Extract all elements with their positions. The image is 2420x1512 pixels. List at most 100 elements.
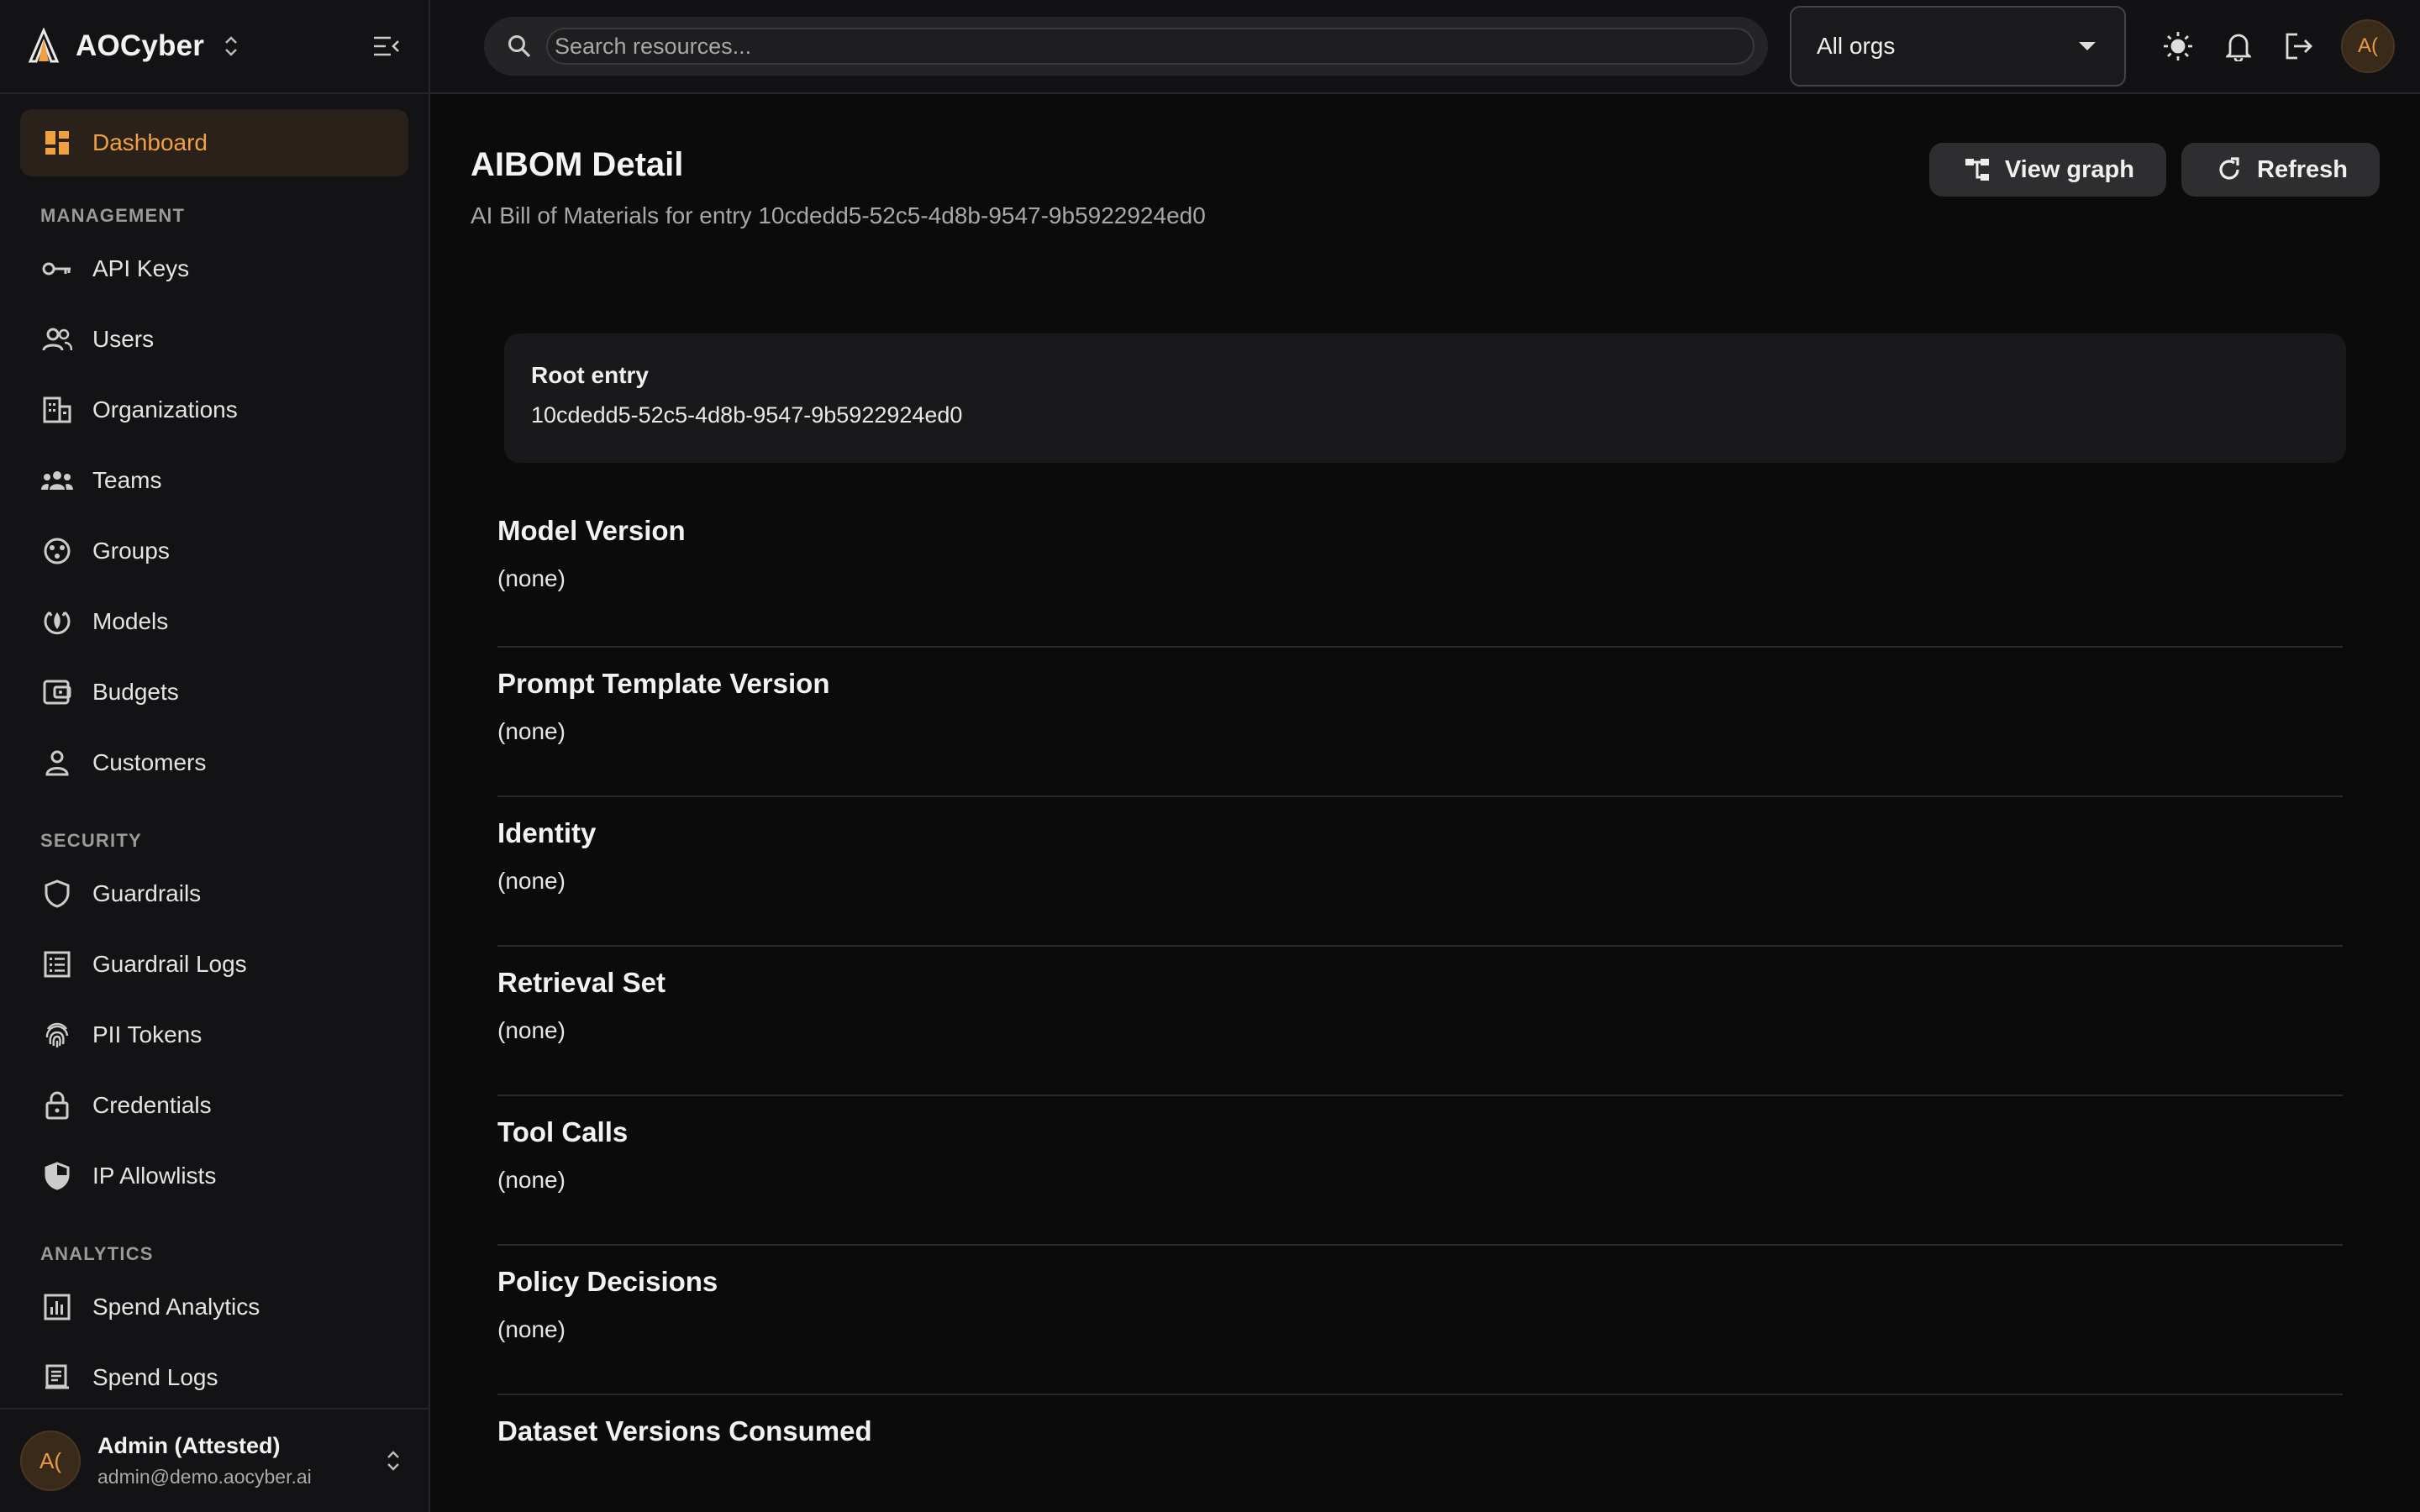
shield-half-icon <box>40 1159 74 1193</box>
page-actions: View graph Refresh <box>1914 143 2380 197</box>
sidebar-item-label: PII Tokens <box>92 1021 203 1047</box>
aibom-sections: Model Version (none) Prompt Template Ver… <box>497 498 2343 1512</box>
building-icon <box>40 393 74 427</box>
sidebar-item-guardrail-logs[interactable]: Guardrail Logs <box>20 931 408 998</box>
org-switch-chevron-icon[interactable] <box>221 32 241 60</box>
refresh-button[interactable]: Refresh <box>2181 143 2380 197</box>
sidebar-item-label: API Keys <box>92 255 190 281</box>
users-icon <box>40 323 74 356</box>
page-title: AIBOM Detail <box>471 146 684 183</box>
sidebar-item-label: Teams <box>92 467 162 493</box>
sidebar-item-models[interactable]: Models <box>20 588 408 655</box>
search-icon <box>504 31 534 61</box>
org-select[interactable]: All orgs <box>1790 6 2126 87</box>
root-entry-card: Root entry 10cdedd5-52c5-4d8b-9547-9b592… <box>504 333 2346 463</box>
section-label-analytics: ANALYTICS <box>40 1243 154 1264</box>
section-value: (none) <box>497 718 566 744</box>
models-icon <box>40 605 74 638</box>
key-icon <box>40 252 74 286</box>
aocyber-logo-icon <box>25 27 64 66</box>
view-graph-label: View graph <box>2004 155 2134 183</box>
caret-down-icon <box>2075 34 2099 58</box>
section-identity: Identity (none) <box>497 797 2343 947</box>
sidebar-item-label: Spend Logs <box>92 1364 218 1390</box>
sidebar: AOCyber Dashboard MANAGEMENT API Keys Us… <box>0 0 430 1512</box>
sidebar-item-budgets[interactable]: Budgets <box>20 659 408 726</box>
section-title: Policy Decisions <box>497 1266 718 1297</box>
user-email: admin@demo.aocyber.ai <box>97 1466 312 1488</box>
section-prompt-template-version: Prompt Template Version (none) <box>497 648 2343 797</box>
page-heading: AIBOM Detail AI Bill of Materials for en… <box>471 134 1206 229</box>
sidebar-item-teams[interactable]: Teams <box>20 447 408 514</box>
sidebar-item-label: Dashboard <box>92 129 208 155</box>
sidebar-item-label: Credentials <box>92 1092 212 1118</box>
logout-icon[interactable] <box>2269 16 2329 76</box>
section-dataset-versions-consumed: Dataset Versions Consumed <box>497 1395 2343 1512</box>
section-title: Prompt Template Version <box>497 668 830 699</box>
receipt-icon <box>40 1361 74 1394</box>
view-graph-button[interactable]: View graph <box>1928 143 2166 197</box>
wallet-icon <box>40 675 74 709</box>
collapse-sidebar-icon[interactable] <box>368 28 405 65</box>
avatar: A( <box>20 1431 81 1491</box>
section-value: (none) <box>497 1167 566 1193</box>
refresh-icon <box>2215 155 2244 184</box>
section-title: Model Version <box>497 515 686 546</box>
brand-name: AOCyber <box>76 29 205 62</box>
root-entry-label: Root entry <box>531 362 649 388</box>
sidebar-item-users[interactable]: Users <box>20 306 408 373</box>
sidebar-item-label: Guardrails <box>92 880 202 906</box>
lock-icon <box>40 1089 74 1122</box>
section-tool-calls: Tool Calls (none) <box>497 1096 2343 1246</box>
sidebar-item-spend-analytics[interactable]: Spend Analytics <box>20 1273 408 1341</box>
theme-toggle-sun-icon[interactable] <box>2148 16 2208 76</box>
sidebar-item-spend-logs[interactable]: Spend Logs <box>20 1344 408 1408</box>
sidebar-item-customers[interactable]: Customers <box>20 729 408 796</box>
section-value: (none) <box>497 565 566 591</box>
sidebar-item-label: Guardrail Logs <box>92 951 247 977</box>
sidebar-item-label: Users <box>92 326 155 352</box>
app-root: AOCyber Dashboard MANAGEMENT API Keys Us… <box>0 0 2420 1512</box>
sidebar-item-dashboard[interactable]: Dashboard <box>20 109 408 176</box>
section-title: Dataset Versions Consumed <box>497 1415 872 1446</box>
section-value: (none) <box>497 868 566 894</box>
page-subtitle: AI Bill of Materials for entry 10cdedd5-… <box>471 202 1206 228</box>
section-retrieval-set: Retrieval Set (none) <box>497 947 2343 1096</box>
sidebar-item-label: IP Allowlists <box>92 1163 217 1189</box>
notifications-bell-icon[interactable] <box>2208 16 2269 76</box>
org-select-value: All orgs <box>1817 33 1896 59</box>
person-icon <box>40 746 74 780</box>
bar-chart-icon <box>40 1290 74 1324</box>
section-model-version: Model Version (none) <box>497 498 2343 648</box>
user-menu-chevron-icon[interactable] <box>383 1446 403 1475</box>
sidebar-item-ip-allowlists[interactable]: IP Allowlists <box>20 1142 408 1210</box>
fingerprint-icon <box>40 1018 74 1052</box>
user-info: Admin (Attested) admin@demo.aocyber.ai <box>97 1433 383 1488</box>
sidebar-item-api-keys[interactable]: API Keys <box>20 235 408 302</box>
section-policy-decisions: Policy Decisions (none) <box>497 1246 2343 1395</box>
sidebar-item-pii-tokens[interactable]: PII Tokens <box>20 1001 408 1068</box>
avatar[interactable]: A( <box>2341 19 2395 73</box>
sidebar-item-label: Spend Analytics <box>92 1294 260 1320</box>
sidebar-item-label: Budgets <box>92 679 179 705</box>
sidebar-nav: Dashboard MANAGEMENT API Keys Users Orga… <box>0 94 429 1408</box>
sidebar-item-label: Customers <box>92 749 207 775</box>
search-input[interactable] <box>546 28 1754 65</box>
section-value: (none) <box>497 1017 566 1043</box>
search-bar[interactable] <box>484 17 1768 76</box>
sidebar-item-label: Groups <box>92 538 170 564</box>
section-title: Tool Calls <box>497 1116 629 1147</box>
section-label-security: SECURITY <box>40 830 142 851</box>
sidebar-item-credentials[interactable]: Credentials <box>20 1072 408 1139</box>
groups-icon <box>40 534 74 568</box>
refresh-label: Refresh <box>2257 155 2348 183</box>
sidebar-item-organizations[interactable]: Organizations <box>20 376 408 444</box>
sidebar-item-groups[interactable]: Groups <box>20 517 408 585</box>
section-label-management: MANAGEMENT <box>40 205 186 226</box>
user-profile-card[interactable]: A( Admin (Attested) admin@demo.aocyber.a… <box>0 1408 429 1512</box>
shield-icon <box>40 877 74 911</box>
section-title: Identity <box>497 817 597 848</box>
sidebar-item-guardrails[interactable]: Guardrails <box>20 860 408 927</box>
list-icon <box>40 948 74 981</box>
topbar: All orgs A( <box>430 0 2420 94</box>
